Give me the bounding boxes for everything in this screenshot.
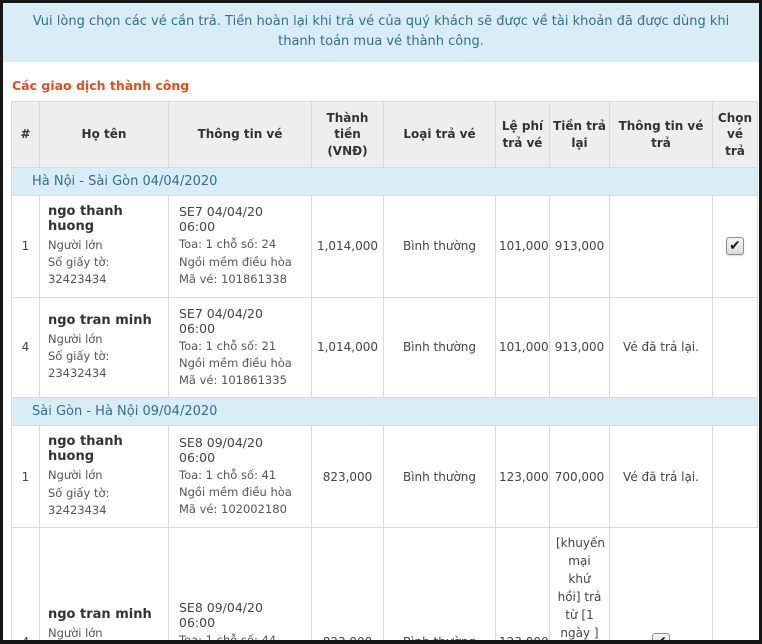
route-section-row: Hà Nội - Sài Gòn 04/04/2020 [12,167,758,195]
ticket-info-cell: SE7 04/04/20 06:00 Toa: 1 chỗ số: 24 Ngồ… [169,195,312,297]
train-datetime: SE7 04/04/20 06:00 [179,306,301,336]
col-header-refund-note: Thông tin vé trả [610,102,713,168]
row-index: 4 [12,297,40,398]
passenger-cell: ngo thanh huong Người lớn Số giấy tờ: 32… [40,426,169,528]
select-cell: ✔ [610,528,713,644]
passenger-name: ngo thanh huong [48,434,160,464]
passenger-doc: Số giấy tờ: 23432434 [48,348,160,383]
select-cell [713,297,758,398]
passenger-cell: ngo tran minh Người lớn Số giấy tờ: 2343… [40,528,169,644]
passenger-cell: ngo thanh huong Người lớn Số giấy tờ: 32… [40,195,169,297]
seat-class: Ngồi mềm điều hòa [179,484,301,501]
train-datetime: SE8 09/04/20 06:00 [179,600,301,630]
passenger-cell: ngo tran minh Người lớn Số giấy tờ: 2343… [40,297,169,398]
fee-cell: 101,000 [496,297,550,398]
refund-amount-cell: 913,000 [550,297,610,398]
refund-type-cell: Bình thường [384,426,496,528]
amount-cell: 823,000 [312,528,384,644]
refund-type-cell: Bình thường [384,528,496,644]
refund-amount-cell: 700,000 [550,426,610,528]
refund-note-cell: Vé đã trả lại. [610,297,713,398]
refund-type-cell: Bình thường [384,297,496,398]
passenger-type: Người lớn [48,625,160,642]
table-header-row: # Họ tên Thông tin vé Thành tiền (VNĐ) L… [12,102,758,168]
col-header-fee: Lệ phí trả vé [496,102,550,168]
amount-cell: 1,014,000 [312,297,384,398]
col-header-ticket-info: Thông tin vé [169,102,312,168]
ticket-row: 4 ngo tran minh Người lớn Số giấy tờ: 23… [12,297,758,398]
transactions-table: # Họ tên Thông tin vé Thành tiền (VNĐ) L… [11,101,758,644]
refund-amount-cell: 913,000 [550,195,610,297]
train-datetime: SE7 04/04/20 06:00 [179,204,301,234]
seat-class: Ngồi mềm điều hòa [179,355,301,372]
row-index: 4 [12,528,40,644]
fee-cell: 101,000 [496,195,550,297]
col-header-name: Họ tên [40,102,169,168]
passenger-type: Người lớn [48,331,160,348]
fee-cell: 123,000 [496,528,550,644]
select-cell: ✔ [713,195,758,297]
refund-checkbox[interactable]: ✔ [652,633,670,644]
amount-cell: 823,000 [312,426,384,528]
passenger-doc: Số giấy tờ: 32423434 [48,254,160,289]
refund-note-cell: Vé đã trả lại. [610,426,713,528]
refund-type-cell: Bình thường [384,195,496,297]
transactions-heading: Các giao dịch thành công [12,78,759,93]
col-header-index: # [12,102,40,168]
passenger-name: ngo thanh huong [48,204,160,234]
info-banner: Vui lòng chọn các vé cần trả. Tiền hoàn … [3,3,759,62]
col-header-select: Chọn vé trả [713,102,758,168]
passenger-doc: Số giấy tờ: 32423434 [48,485,160,520]
passenger-name: ngo tran minh [48,313,160,328]
col-header-refund-amount: Tiền trả lại [550,102,610,168]
passenger-type: Người lớn [48,467,160,484]
row-index: 1 [12,426,40,528]
route-title: Hà Nội - Sài Gòn 04/04/2020 [12,167,758,195]
refund-checkbox[interactable]: ✔ [726,237,744,255]
ticket-row: 1 ngo thanh huong Người lớn Số giấy tờ: … [12,195,758,297]
coach-seat: Toa: 1 chỗ số: 44 [179,632,301,644]
train-datetime: SE8 09/04/20 06:00 [179,435,301,465]
page: Vui lòng chọn các vé cần trả. Tiền hoàn … [0,0,762,644]
fee-cell: 123,000 [496,426,550,528]
passenger-type: Người lớn [48,237,160,254]
route-title: Sài Gòn - Hà Nội 09/04/2020 [12,398,758,426]
refund-note-cell [610,195,713,297]
select-cell [713,426,758,528]
amount-cell: 1,014,000 [312,195,384,297]
seat-class: Ngồi mềm điều hòa [179,254,301,271]
ticket-code: Mã vé: 101861335 [179,372,301,389]
refund-note-cell: [khuyến mại khứ hồi] trả từ [1 ngày ] đế… [550,528,610,644]
ticket-info-cell: SE7 04/04/20 06:00 Toa: 1 chỗ số: 21 Ngồ… [169,297,312,398]
coach-seat: Toa: 1 chỗ số: 21 [179,338,301,355]
passenger-name: ngo tran minh [48,607,160,622]
col-header-refund-type: Loại trả vé [384,102,496,168]
ticket-code: Mã vé: 101861338 [179,271,301,288]
coach-seat: Toa: 1 chỗ số: 41 [179,467,301,484]
ticket-code: Mã vé: 102002180 [179,501,301,518]
row-index: 1 [12,195,40,297]
coach-seat: Toa: 1 chỗ số: 24 [179,236,301,253]
col-header-amount: Thành tiền (VNĐ) [312,102,384,168]
ticket-row: 1 ngo thanh huong Người lớn Số giấy tờ: … [12,426,758,528]
route-section-row: Sài Gòn - Hà Nội 09/04/2020 [12,398,758,426]
ticket-info-cell: SE8 09/04/20 06:00 Toa: 1 chỗ số: 44 Ngồ… [169,528,312,644]
ticket-info-cell: SE8 09/04/20 06:00 Toa: 1 chỗ số: 41 Ngồ… [169,426,312,528]
ticket-row: 4 ngo tran minh Người lớn Số giấy tờ: 23… [12,528,758,644]
